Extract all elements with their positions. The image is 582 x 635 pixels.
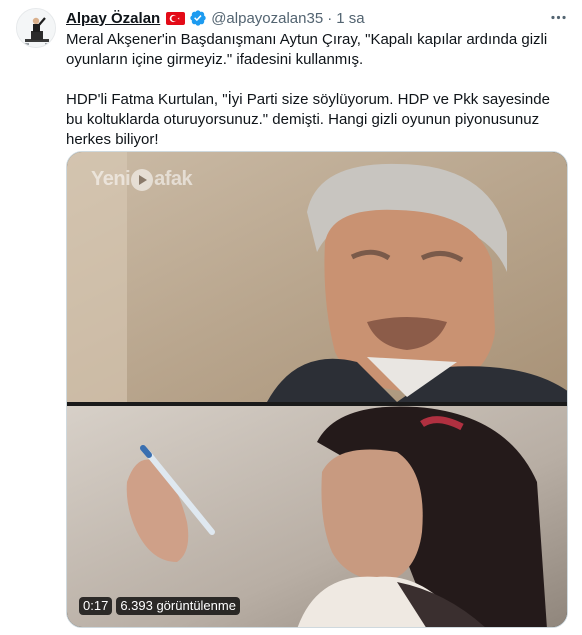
turkey-flag-icon — [166, 11, 186, 25]
tweet-timestamp[interactable]: 1 sa — [336, 10, 364, 27]
video-duration: 0:17 — [79, 597, 113, 615]
tweet-text: Meral Akşener'in Başdanışmanı Aytun Çıra… — [66, 30, 568, 150]
tweet-paragraph: Meral Akşener'in Başdanışmanı Aytun Çıra… — [66, 31, 548, 68]
avatar-image — [17, 9, 55, 47]
avatar[interactable] — [16, 8, 56, 48]
watermark-prefix: Yeni — [91, 168, 131, 190]
tweet[interactable]: Alpay Özalan @alpayozalan35 · 1 sa Meral… — [0, 0, 582, 635]
tweet-header: Alpay Özalan @alpayozalan35 · 1 sa — [66, 8, 365, 28]
watermark-suffix: afak — [154, 168, 193, 190]
play-logo-icon — [131, 168, 154, 191]
separator-dot: · — [327, 9, 333, 27]
view-count: 6.393 görüntülenme — [116, 597, 240, 615]
video-player[interactable]: Yeni afak 0:17 6.393 görüntülenme — [66, 151, 568, 628]
video-watermark: Yeni afak — [91, 168, 193, 191]
video-frame — [67, 152, 567, 627]
author-name[interactable]: Alpay Özalan — [66, 10, 160, 27]
more-options-icon[interactable] — [547, 6, 569, 28]
verified-badge-icon — [189, 9, 207, 27]
video-badges: 0:17 6.393 görüntülenme — [79, 597, 240, 615]
tweet-paragraph: HDP'li Fatma Kurtulan, "İyi Parti size s… — [66, 91, 550, 148]
author-handle[interactable]: @alpayozalan35 — [211, 10, 323, 27]
